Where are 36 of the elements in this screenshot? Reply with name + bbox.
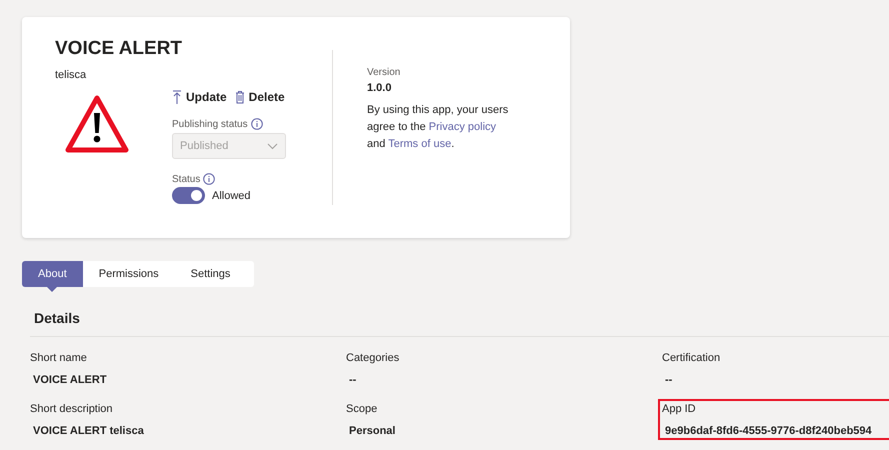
- tab[interactable]: Permissions: [82, 261, 175, 287]
- upload-icon: [172, 90, 182, 104]
- chevron-down-icon: [267, 142, 278, 150]
- tab[interactable]: About: [22, 261, 83, 287]
- app-title: VOICE ALERT: [55, 37, 182, 61]
- version-value: 1.0.0: [367, 82, 392, 94]
- agreement-text: By using this app, your users agree to the Privacy policy and Terms of use.: [367, 103, 510, 152]
- status-toggle[interactable]: [172, 187, 205, 204]
- field-label: App ID: [662, 403, 696, 415]
- field-label: Publishing status: [172, 118, 248, 130]
- field-label: Scope: [346, 403, 378, 415]
- field-value: VOICE ALERT: [33, 374, 107, 386]
- warning-icon: [65, 95, 129, 153]
- tab-pointer-icon: [47, 287, 58, 292]
- field-value: Personal: [349, 425, 396, 437]
- field-value: 9e9b6daf-8fd6-4555-9776-d8f240beb594: [665, 425, 872, 437]
- trash-icon: [234, 90, 245, 104]
- field-value: VOICE ALERT telisca: [33, 425, 144, 437]
- field-value: --: [665, 374, 672, 386]
- field-value: --: [349, 374, 356, 386]
- delete-button[interactable]: Delete: [234, 90, 285, 104]
- section-heading: Details: [34, 310, 81, 326]
- field-label: Short description: [30, 403, 113, 415]
- field-label: Categories: [346, 352, 400, 364]
- version-label: Version: [367, 67, 402, 78]
- info-icon[interactable]: [203, 173, 216, 185]
- policy-link[interactable]: Privacy policy: [428, 121, 496, 133]
- policy-link[interactable]: Terms of use: [388, 138, 452, 150]
- tab[interactable]: Settings: [174, 261, 246, 287]
- info-icon[interactable]: [250, 118, 263, 130]
- update-button[interactable]: Update: [172, 90, 227, 104]
- field-label: Status: [172, 174, 200, 184]
- publisher-name: telisca: [55, 69, 88, 81]
- field-label: Short name: [30, 352, 87, 364]
- field-label: Certification: [662, 352, 720, 364]
- status-value: Allowed: [212, 190, 251, 202]
